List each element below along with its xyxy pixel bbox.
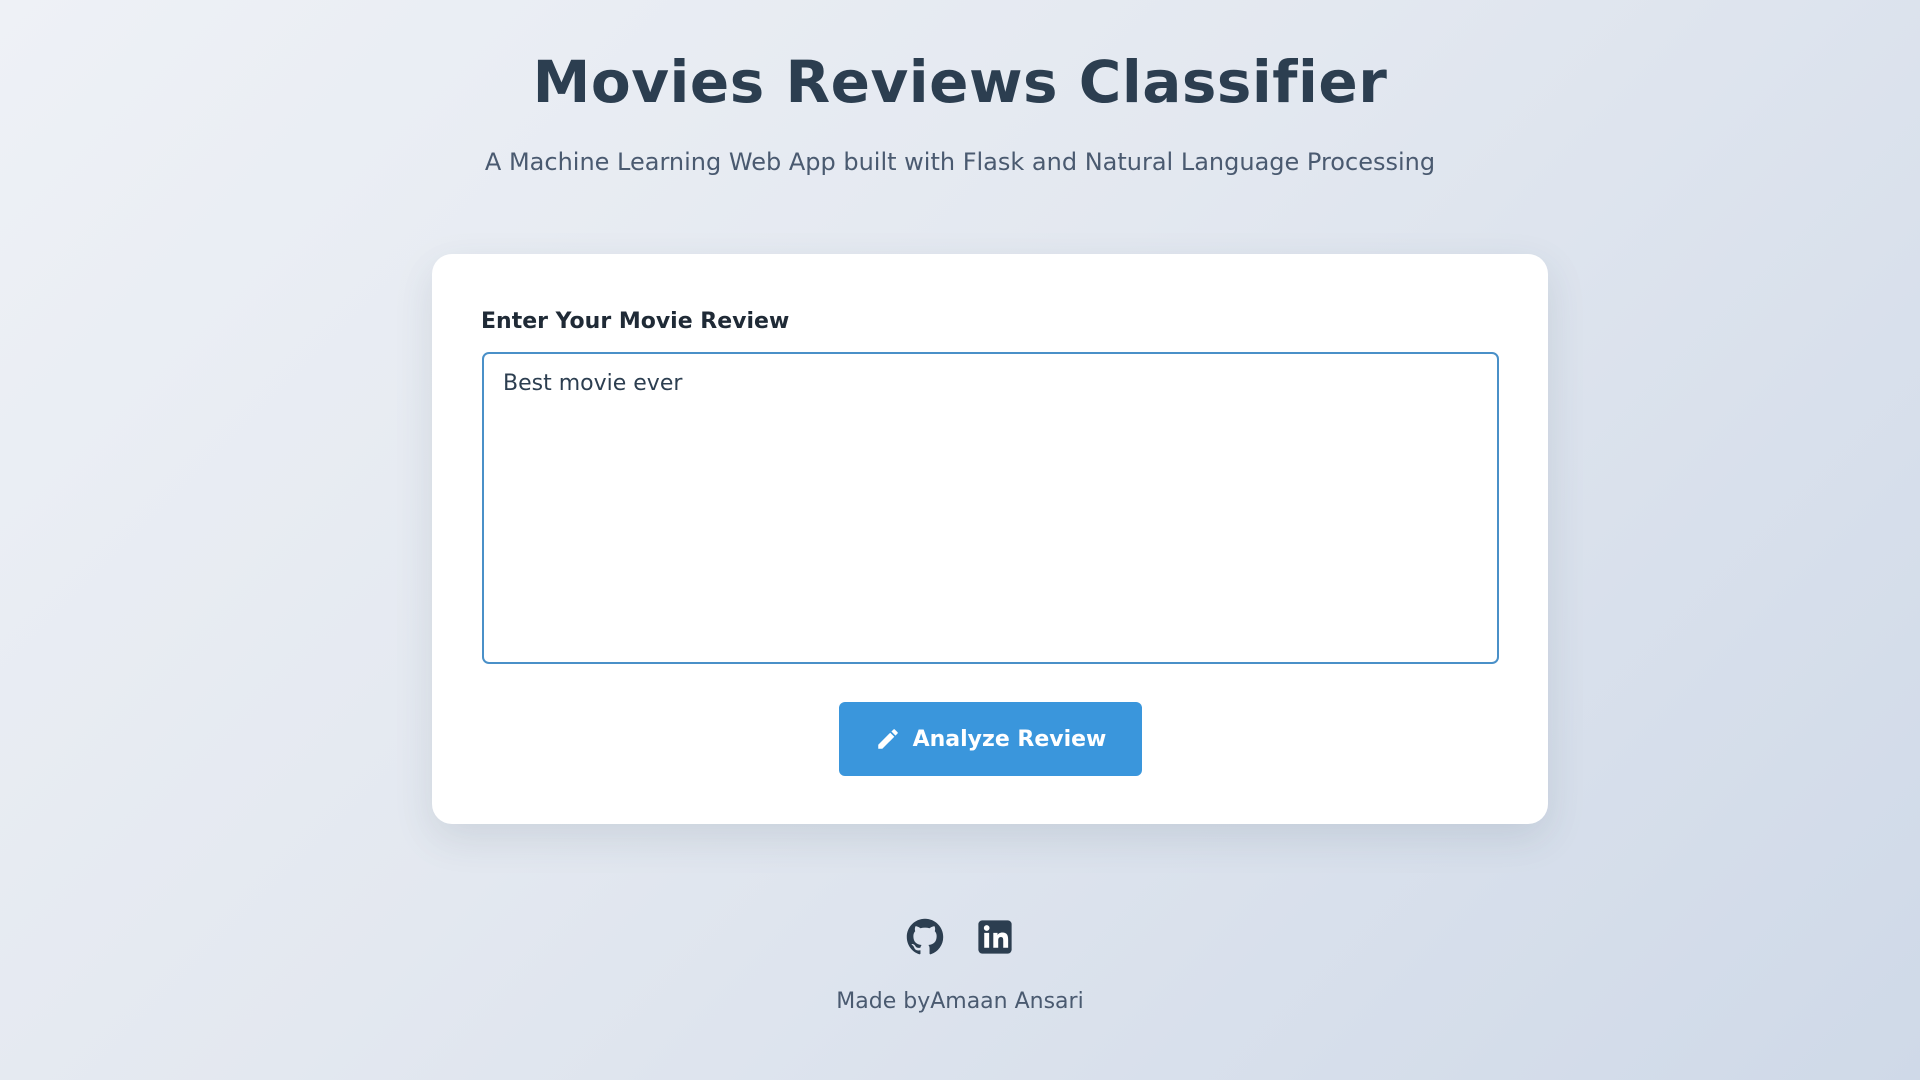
github-icon (906, 918, 944, 955)
page-subtitle: A Machine Learning Web App built with Fl… (484, 148, 1436, 176)
github-link[interactable] (906, 918, 944, 956)
analyze-review-button[interactable]: Analyze Review (839, 702, 1142, 776)
footer-credit: Made byAmaan Ansari (836, 989, 1084, 1014)
page-title: Movies Reviews Classifier (532, 48, 1388, 116)
linkedin-icon (978, 920, 1012, 954)
analyze-review-label: Analyze Review (912, 726, 1107, 752)
pencil-icon (877, 729, 898, 749)
linkedin-link[interactable] (976, 918, 1014, 956)
social-links (0, 918, 1920, 956)
review-label: Enter Your Movie Review (481, 309, 790, 334)
review-input[interactable]: Best movie ever (482, 352, 1499, 664)
